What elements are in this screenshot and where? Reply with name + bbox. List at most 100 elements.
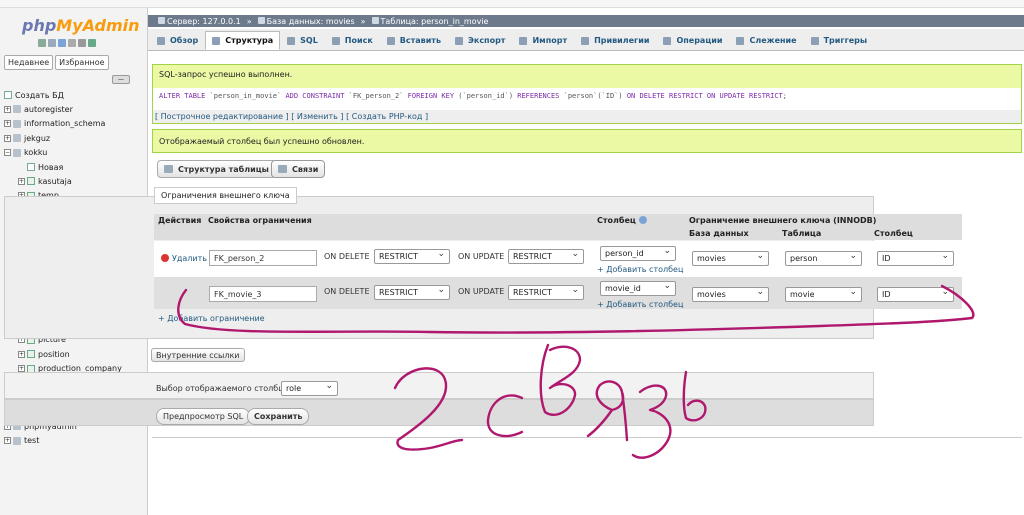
tab-operations[interactable]: Операции <box>656 31 729 50</box>
add-constraint-link[interactable]: + Добавить ограничение <box>158 314 265 323</box>
tab-insert[interactable]: Вставить <box>380 31 448 50</box>
add-column-link[interactable]: + Добавить столбец <box>597 300 683 309</box>
tab-export[interactable]: Экспорт <box>448 31 512 50</box>
breadcrumb-database[interactable]: База данных: movies <box>257 16 355 26</box>
sql-action-links[interactable]: [ Построчное редактирование ] [ Изменить… <box>152 110 1022 124</box>
breadcrumb: Сервер: 127.0.0.1 » База данных: movies … <box>148 15 1024 27</box>
nav-quick-icons <box>38 39 96 47</box>
header-fk-group: Ограничение внешнего ключа (INNODB) <box>689 216 877 225</box>
preview-sql-button[interactable]: Предпросмотр SQL <box>156 408 251 425</box>
tab-sql[interactable]: SQL <box>280 31 325 50</box>
nav-tab-favorites[interactable]: Избранное <box>55 55 109 70</box>
docs-icon[interactable] <box>68 39 76 47</box>
on-update-select[interactable]: RESTRICT <box>508 285 584 300</box>
top-menu: Обзор Структура SQL Поиск Вставить Экспорт Имп… <box>148 29 1024 51</box>
constraint-name-input[interactable]: FK_movie_3 <box>209 286 317 302</box>
relations-icon <box>278 165 287 173</box>
tree-database-item[interactable]: + test <box>4 434 147 448</box>
display-column-label: Выбор отображаемого столбца: <box>156 384 292 393</box>
tab-tracking[interactable]: Слежение <box>729 31 803 50</box>
display-column-select[interactable]: role <box>281 381 338 396</box>
home-icon[interactable] <box>38 39 46 47</box>
display-updated-message: Отображаемый столбец был успешно обновле… <box>152 129 1022 153</box>
display-updated-text: Отображаемый столбец был успешно обновле… <box>159 137 365 146</box>
privileges-icon <box>581 36 590 45</box>
table-structure-button[interactable]: Структура таблицы <box>157 160 276 178</box>
nav-tab-recent[interactable]: Недавнее <box>4 55 54 70</box>
tree-database-item[interactable]: + information_schema <box>4 117 147 131</box>
expand-toggle-icon[interactable]: + <box>4 105 11 113</box>
logo-php: php <box>22 16 57 35</box>
new-icon <box>27 163 35 171</box>
constraint-name-input[interactable]: FK_person_2 <box>209 250 317 266</box>
tree-database-item[interactable]: + autoregister <box>4 102 147 116</box>
tab-triggers[interactable]: Триггеры <box>804 31 875 50</box>
on-update-select[interactable]: RESTRICT <box>508 249 584 264</box>
tab-label: Экспорт <box>468 36 506 45</box>
help-icon[interactable] <box>638 216 647 224</box>
table-icon <box>27 350 35 359</box>
logout-icon[interactable] <box>48 39 56 47</box>
phpmyadmin-logo[interactable]: phpMyAdmin <box>22 16 140 35</box>
table-icon <box>27 177 35 186</box>
on-delete-select[interactable]: RESTRICT <box>374 285 450 300</box>
browser-bookmarks-bar <box>0 0 1024 8</box>
fk-legend: Ограничения внешнего ключа <box>154 187 297 204</box>
tab-label: Импорт <box>532 36 568 45</box>
settings-icon[interactable] <box>78 39 86 47</box>
database-icon <box>13 134 21 143</box>
tree-table-item[interactable]: + kasutaja <box>18 174 147 188</box>
internal-links-button[interactable]: Внутренние ссылки <box>151 348 245 362</box>
collapse-all-icon[interactable]: — <box>112 75 130 84</box>
breadcrumb-server[interactable]: Сервер: 127.0.0.1 <box>158 16 241 26</box>
breadcrumb-table[interactable]: Таблица: person_in_movie <box>371 16 488 26</box>
on-delete-select[interactable]: RESTRICT <box>374 249 450 264</box>
fk-database-select[interactable]: movies <box>692 287 769 302</box>
expand-toggle-icon[interactable]: − <box>4 149 11 157</box>
logo-admin: MyAdmin <box>56 16 140 35</box>
fk-column-select[interactable]: ID <box>877 251 954 266</box>
tree-database-item[interactable]: + jekguz <box>4 131 147 145</box>
expand-toggle-icon[interactable]: + <box>18 350 25 358</box>
breadcrumb-separator: » <box>360 16 366 26</box>
save-button[interactable]: Сохранить <box>247 408 310 425</box>
on-delete-label: ON DELETE <box>324 287 370 296</box>
tab-search[interactable]: Поиск <box>325 31 380 50</box>
fk-column-select[interactable]: ID <box>877 287 954 302</box>
column-select[interactable]: movie_id <box>600 281 676 296</box>
fk-table-select[interactable]: movie <box>785 287 862 302</box>
tree-item-label: Создать БД <box>15 90 64 100</box>
column-select[interactable]: person_id <box>600 246 676 261</box>
fk-table-select[interactable]: person <box>785 251 862 266</box>
header-actions: Действия <box>158 216 202 225</box>
expand-toggle-icon[interactable]: + <box>18 177 25 185</box>
header-ref-column: Столбец <box>874 229 913 238</box>
expand-toggle-icon[interactable]: + <box>4 437 11 445</box>
tree-database-item[interactable]: − kokku <box>4 146 147 160</box>
expand-toggle-icon[interactable]: + <box>4 120 11 128</box>
sql-query-box: ALTER TABLE `person_in_movie` ADD CONSTR… <box>152 88 1022 110</box>
tree-item-label: Новая <box>38 162 64 172</box>
database-icon <box>257 16 265 24</box>
reload-icon[interactable] <box>88 39 96 47</box>
header-props: Свойства ограничения <box>208 216 312 225</box>
on-update-label: ON UPDATE <box>458 287 505 296</box>
add-column-link[interactable]: + Добавить столбец <box>597 265 683 274</box>
search-icon <box>331 36 340 45</box>
delete-constraint-link[interactable]: Удалить <box>161 254 207 263</box>
fk-database-select[interactable]: movies <box>692 251 769 266</box>
tree-item-label: position <box>38 349 70 359</box>
tab-privileges[interactable]: Привилегии <box>574 31 656 50</box>
relations-button[interactable]: Связи <box>271 160 326 178</box>
tree-new-item[interactable]: +Новая <box>18 160 147 174</box>
tree-new-item[interactable]: Создать БД <box>4 88 147 102</box>
tab-import[interactable]: Импорт <box>512 31 574 50</box>
tab-label: Привилегии <box>594 36 650 45</box>
sql-query-text: ALTER TABLE `person_in_movie` ADD CONSTR… <box>159 92 787 100</box>
tree-item-label: kokku <box>24 148 48 158</box>
tab-structure[interactable]: Структура <box>205 31 281 50</box>
help-icon[interactable] <box>58 39 66 47</box>
expand-toggle-icon[interactable]: + <box>4 134 11 142</box>
tab-browse[interactable]: Обзор <box>150 31 205 50</box>
tree-table-item[interactable]: + position <box>18 347 147 361</box>
